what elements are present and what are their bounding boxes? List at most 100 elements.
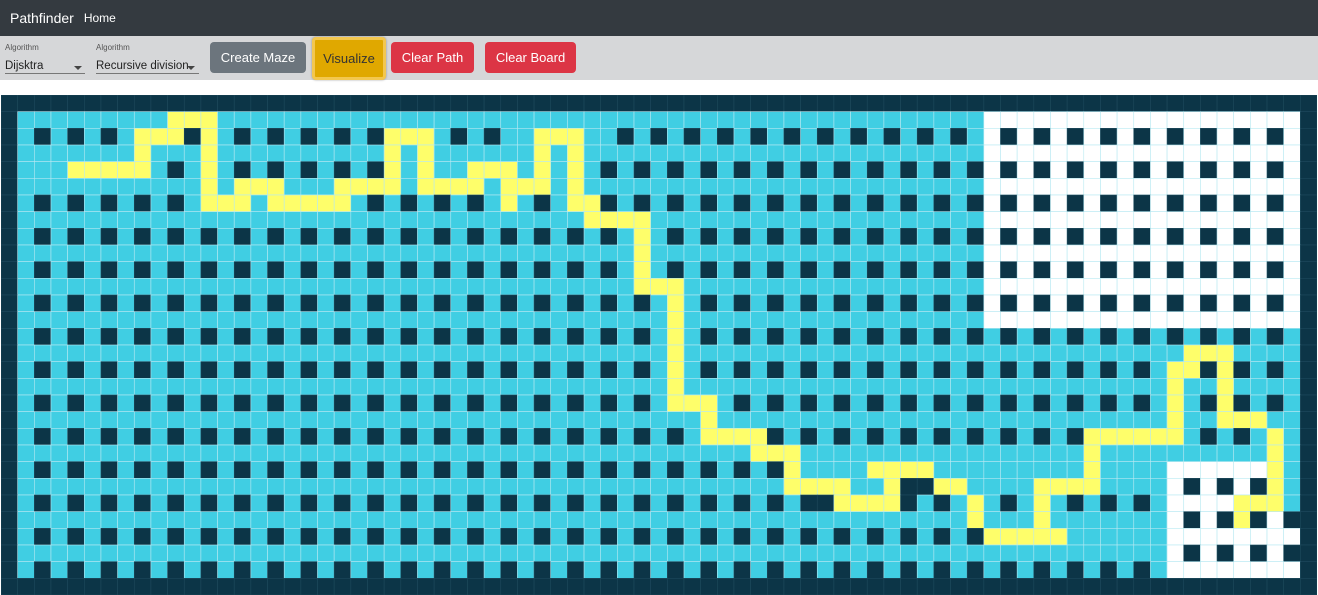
wall-cell[interactable] — [267, 261, 285, 279]
visited-cell[interactable] — [1033, 444, 1051, 462]
visited-cell[interactable] — [750, 161, 768, 179]
wall-cell[interactable] — [1216, 578, 1235, 595]
visited-cell[interactable] — [650, 461, 668, 479]
visited-cell[interactable] — [117, 394, 135, 412]
visited-cell[interactable] — [1116, 494, 1135, 512]
unvisited-cell[interactable] — [1183, 261, 1201, 279]
visited-cell[interactable] — [1050, 394, 1068, 412]
wall-cell[interactable] — [1033, 161, 1051, 179]
visited-cell[interactable] — [533, 278, 552, 296]
unvisited-cell[interactable] — [1016, 261, 1035, 279]
visited-cell[interactable] — [183, 211, 202, 229]
visited-cell[interactable] — [550, 144, 568, 162]
wall-cell[interactable] — [600, 228, 618, 246]
wall-cell[interactable] — [1100, 194, 1118, 212]
visited-cell[interactable] — [550, 444, 568, 462]
visited-cell[interactable] — [883, 394, 901, 412]
path-cell[interactable] — [700, 411, 718, 429]
visited-cell[interactable] — [517, 478, 535, 496]
visited-cell[interactable] — [550, 361, 568, 379]
wall-cell[interactable] — [367, 194, 385, 212]
visited-cell[interactable] — [716, 111, 735, 129]
visited-cell[interactable] — [333, 278, 352, 296]
visited-cell[interactable] — [1083, 511, 1101, 529]
visited-cell[interactable] — [400, 544, 418, 562]
visited-cell[interactable] — [117, 144, 135, 162]
unvisited-cell[interactable] — [1066, 278, 1085, 296]
visited-cell[interactable] — [600, 511, 618, 529]
visited-cell[interactable] — [283, 494, 302, 512]
visited-cell[interactable] — [650, 394, 668, 412]
visited-cell[interactable] — [783, 111, 801, 129]
wall-cell[interactable] — [450, 128, 468, 146]
visited-cell[interactable] — [850, 278, 868, 296]
wall-cell[interactable] — [267, 128, 285, 146]
visited-cell[interactable] — [17, 378, 35, 396]
visited-cell[interactable] — [17, 244, 35, 262]
path-cell[interactable] — [400, 128, 418, 146]
visited-cell[interactable] — [966, 244, 985, 262]
wall-cell[interactable] — [1300, 111, 1317, 129]
path-cell[interactable] — [933, 478, 951, 496]
path-cell[interactable] — [633, 261, 651, 279]
visited-cell[interactable] — [583, 161, 601, 179]
visited-cell[interactable] — [883, 278, 901, 296]
wall-cell[interactable] — [1016, 95, 1035, 112]
wall-cell[interactable] — [433, 228, 452, 246]
unvisited-cell[interactable] — [1050, 128, 1068, 146]
visited-cell[interactable] — [333, 211, 352, 229]
wall-cell[interactable] — [567, 561, 585, 579]
wall-cell[interactable] — [933, 494, 951, 512]
visited-cell[interactable] — [617, 144, 635, 162]
unvisited-cell[interactable] — [1233, 144, 1251, 162]
wall-cell[interactable] — [100, 261, 118, 279]
wall-cell[interactable] — [866, 228, 885, 246]
visited-cell[interactable] — [483, 378, 502, 396]
wall-cell[interactable] — [1, 378, 18, 396]
path-cell[interactable] — [1266, 461, 1284, 479]
visited-cell[interactable] — [183, 261, 202, 279]
visited-cell[interactable] — [983, 378, 1001, 396]
unvisited-cell[interactable] — [1166, 511, 1185, 529]
wall-cell[interactable] — [17, 95, 35, 112]
visited-cell[interactable] — [1116, 344, 1135, 362]
visited-cell[interactable] — [17, 444, 35, 462]
visited-cell[interactable] — [1066, 344, 1085, 362]
wall-cell[interactable] — [833, 578, 851, 595]
path-cell[interactable] — [1216, 344, 1235, 362]
unvisited-cell[interactable] — [1083, 161, 1101, 179]
wall-cell[interactable] — [800, 261, 818, 279]
visited-cell[interactable] — [250, 228, 268, 246]
visited-cell[interactable] — [983, 494, 1001, 512]
wall-cell[interactable] — [1300, 311, 1317, 329]
wall-cell[interactable] — [1100, 494, 1118, 512]
unvisited-cell[interactable] — [1116, 211, 1135, 229]
visited-cell[interactable] — [283, 561, 302, 579]
wall-cell[interactable] — [933, 228, 951, 246]
visited-cell[interactable] — [283, 144, 302, 162]
visited-cell[interactable] — [1033, 461, 1051, 479]
visited-cell[interactable] — [816, 111, 835, 129]
visited-cell[interactable] — [217, 328, 235, 346]
path-cell[interactable] — [450, 178, 468, 196]
wall-cell[interactable] — [966, 294, 985, 312]
visited-cell[interactable] — [1000, 344, 1018, 362]
wall-cell[interactable] — [1300, 161, 1317, 179]
visited-cell[interactable] — [217, 294, 235, 312]
path-cell[interactable] — [1050, 478, 1068, 496]
visited-cell[interactable] — [533, 344, 552, 362]
wall-cell[interactable] — [200, 261, 218, 279]
path-cell[interactable] — [150, 128, 168, 146]
visited-cell[interactable] — [833, 128, 851, 146]
visited-cell[interactable] — [17, 294, 35, 312]
unvisited-cell[interactable] — [1083, 228, 1101, 246]
unvisited-cell[interactable] — [1050, 211, 1068, 229]
visited-cell[interactable] — [133, 311, 152, 329]
visited-cell[interactable] — [733, 511, 751, 529]
wall-cell[interactable] — [467, 261, 485, 279]
wall-cell[interactable] — [1, 544, 18, 562]
visited-cell[interactable] — [750, 361, 768, 379]
wall-cell[interactable] — [367, 328, 385, 346]
path-cell[interactable] — [783, 478, 801, 496]
visited-cell[interactable] — [217, 544, 235, 562]
